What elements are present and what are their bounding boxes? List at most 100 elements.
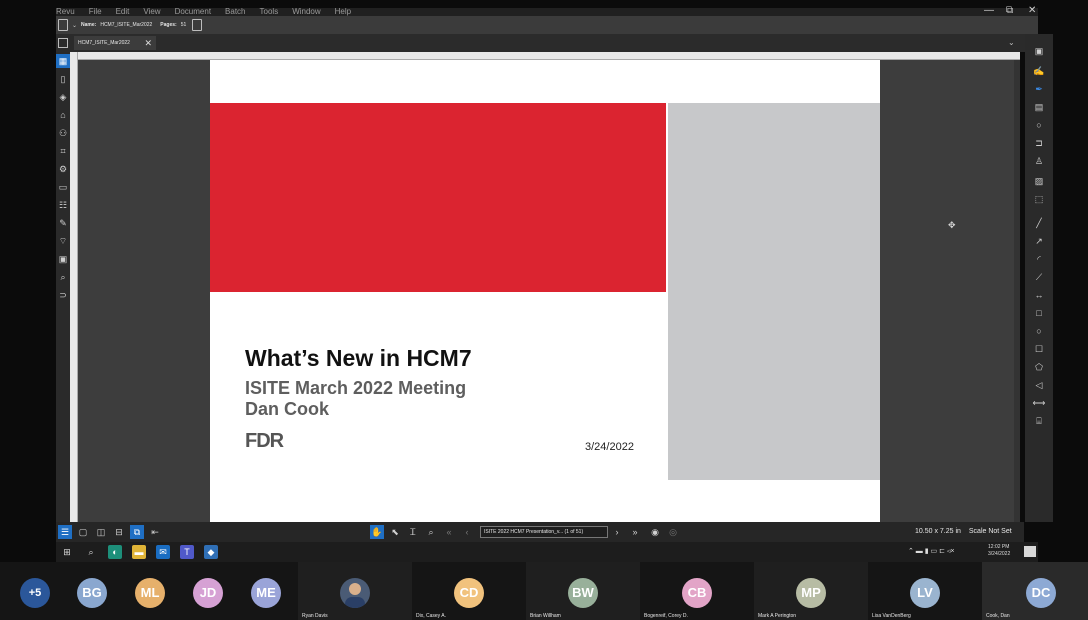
image-icon[interactable]: ▨ <box>1025 174 1053 188</box>
left-panel-toolbar: ▦ ▯ ◈ ⌂ ⚇ ⌗ ⚙ ▭ ☷ ✎ ⌔ ▣ ⌕ ⊃ <box>56 52 70 522</box>
document-icon[interactable] <box>58 19 68 31</box>
chevron-down-icon[interactable]: ⌄ <box>72 22 77 29</box>
arrow-icon[interactable]: ↗ <box>1025 234 1053 248</box>
menu-edit[interactable]: Edit <box>116 8 130 16</box>
links-icon[interactable]: ⊃ <box>56 288 70 302</box>
area-icon[interactable]: ◁ <box>1025 378 1053 392</box>
participant-tile-self[interactable]: DC Cook, Dan <box>982 562 1088 620</box>
menu-document[interactable]: Document <box>175 8 211 16</box>
scale-readout[interactable]: Scale Not Set <box>969 528 1012 535</box>
tag-icon[interactable]: ⌔ <box>56 234 70 248</box>
polyline-icon[interactable]: ⟋ <box>1025 270 1053 284</box>
layers-icon[interactable]: ◈ <box>56 90 70 104</box>
search-icon[interactable]: ⌕ <box>56 270 70 284</box>
zoom-icon[interactable]: ⌕ <box>424 525 438 539</box>
stamp-icon[interactable]: ♙ <box>1025 154 1053 168</box>
circle-icon[interactable]: ○ <box>1025 324 1053 338</box>
studio-icon[interactable]: ⚇ <box>56 126 70 140</box>
highlight-icon[interactable]: ✍ <box>1025 64 1053 78</box>
callout-icon[interactable]: ⊐ <box>1025 136 1053 150</box>
vertical-scrollbar[interactable] <box>1014 60 1020 522</box>
participant-tile[interactable]: ML <box>118 562 176 620</box>
teams-icon[interactable]: T <box>180 545 194 559</box>
participant-tile[interactable]: MP Mark A Perington <box>754 562 868 620</box>
signatures-icon[interactable]: ✎ <box>56 216 70 230</box>
properties-icon[interactable]: ⌂ <box>56 108 70 122</box>
forms-icon[interactable]: ☷ <box>56 198 70 212</box>
select-tool-icon[interactable]: ⬉ <box>388 525 402 539</box>
clock-time: 12:02 PM <box>988 544 1010 550</box>
search-taskbar-icon[interactable]: ⌕ <box>84 545 98 559</box>
pen-icon[interactable]: ✒ <box>1025 82 1053 96</box>
split-vertical-icon[interactable]: ◫ <box>94 525 108 539</box>
participant-tile[interactable]: CB Bogenreif, Corey D. <box>640 562 754 620</box>
start-icon[interactable]: ⊞ <box>60 545 74 559</box>
menu-batch[interactable]: Batch <box>225 8 245 16</box>
edge-browser-icon[interactable]: ◐ <box>108 545 122 559</box>
participant-tile[interactable]: +5 <box>0 562 60 620</box>
participant-tile[interactable]: CD Dix, Casey A. <box>412 562 526 620</box>
pan-tool-icon[interactable]: ✋ <box>370 525 384 539</box>
measurements-icon[interactable]: ▭ <box>56 180 70 194</box>
file-access-icon[interactable] <box>58 38 68 48</box>
last-page-icon[interactable]: » <box>628 525 642 539</box>
first-page-icon[interactable]: « <box>442 525 456 539</box>
previous-page-icon[interactable]: ‹ <box>460 525 474 539</box>
split-horizontal-icon[interactable]: ⊟ <box>112 525 126 539</box>
rectangle-icon[interactable]: □ <box>1025 306 1053 320</box>
save-icon[interactable]: ▣ <box>56 252 70 266</box>
compare-icon[interactable]: ⇤ <box>148 525 162 539</box>
single-page-icon[interactable]: ▢ <box>76 525 90 539</box>
more-participants-badge[interactable]: +5 <box>20 578 50 608</box>
clock[interactable]: 12:02 PM 3/24/2022 <box>988 544 1010 558</box>
participant-tile[interactable]: ME <box>234 562 298 620</box>
participant-tile[interactable]: LV Lisa VanDenBerg <box>868 562 982 620</box>
dimension-icon[interactable]: ↔ <box>1025 288 1053 302</box>
cloud-icon[interactable]: ☐ <box>1025 342 1053 356</box>
outlook-icon[interactable]: ✉ <box>156 545 170 559</box>
bookmarks-icon[interactable]: ▯ <box>56 72 70 86</box>
new-page-icon[interactable] <box>192 19 203 31</box>
forward-icon[interactable]: ◎ <box>666 525 680 539</box>
menu-revu[interactable]: Revu <box>56 8 75 16</box>
settings-icon[interactable]: ⚙ <box>56 162 70 176</box>
note-icon[interactable]: ▤ <box>1025 100 1053 114</box>
restore-button[interactable]: ⧉ <box>1006 6 1013 16</box>
participant-tile[interactable]: BW Brian Willham <box>526 562 640 620</box>
next-page-icon[interactable]: › <box>610 525 624 539</box>
participant-tile[interactable]: BG <box>60 562 118 620</box>
sync-icon[interactable]: ⧉ <box>130 525 144 539</box>
text-box-icon[interactable]: ▣ <box>1025 44 1053 58</box>
menu-window[interactable]: Window <box>292 8 320 16</box>
menu-file[interactable]: File <box>89 8 102 16</box>
back-icon[interactable]: ◉ <box>648 525 662 539</box>
polygon-icon[interactable]: ⬠ <box>1025 360 1053 374</box>
line-icon[interactable]: ╱ <box>1025 216 1053 230</box>
close-tab-icon[interactable]: ✕ <box>144 36 152 50</box>
length-icon[interactable]: ⟷ <box>1025 396 1053 410</box>
spaces-icon[interactable]: ⌗ <box>56 144 70 158</box>
count-icon[interactable]: ⌸ <box>1025 414 1053 428</box>
crop-icon[interactable]: ⬚ <box>1025 192 1053 206</box>
page-navigation-field[interactable]: ISITE 2022 HCM7 Presentation_v... (1 of … <box>480 526 608 538</box>
close-window-button[interactable]: ✕ <box>1028 6 1036 16</box>
notification-icon[interactable] <box>1024 546 1036 557</box>
minimize-button[interactable]: — <box>984 6 994 16</box>
menu-view[interactable]: View <box>143 8 160 16</box>
arc-icon[interactable]: ◜ <box>1025 252 1053 266</box>
horizontal-ruler <box>78 52 1020 60</box>
participant-tile[interactable]: JD <box>176 562 234 620</box>
select-text-icon[interactable]: Ꮖ <box>406 525 420 539</box>
menu-help[interactable]: Help <box>335 8 351 16</box>
slide-grey-panel <box>668 103 880 480</box>
participant-tile[interactable]: Ryan Davis <box>298 562 412 620</box>
file-explorer-icon[interactable]: ▬ <box>132 545 146 559</box>
list-view-icon[interactable]: ☰ <box>58 525 72 539</box>
thumbnails-icon[interactable]: ▦ <box>56 54 70 68</box>
bluebeam-icon[interactable]: ◆ <box>204 545 218 559</box>
menu-tools[interactable]: Tools <box>260 8 279 16</box>
system-tray[interactable]: ⌃ ▬ ▮ ▭ ⊏ ◃× <box>908 542 955 562</box>
tab-document[interactable]: HCM7_ISITE_Mar2022 ✕ <box>74 36 156 50</box>
ellipse-icon[interactable]: ○ <box>1025 118 1053 132</box>
tab-list-icon[interactable]: ⌄ <box>1008 38 1015 47</box>
